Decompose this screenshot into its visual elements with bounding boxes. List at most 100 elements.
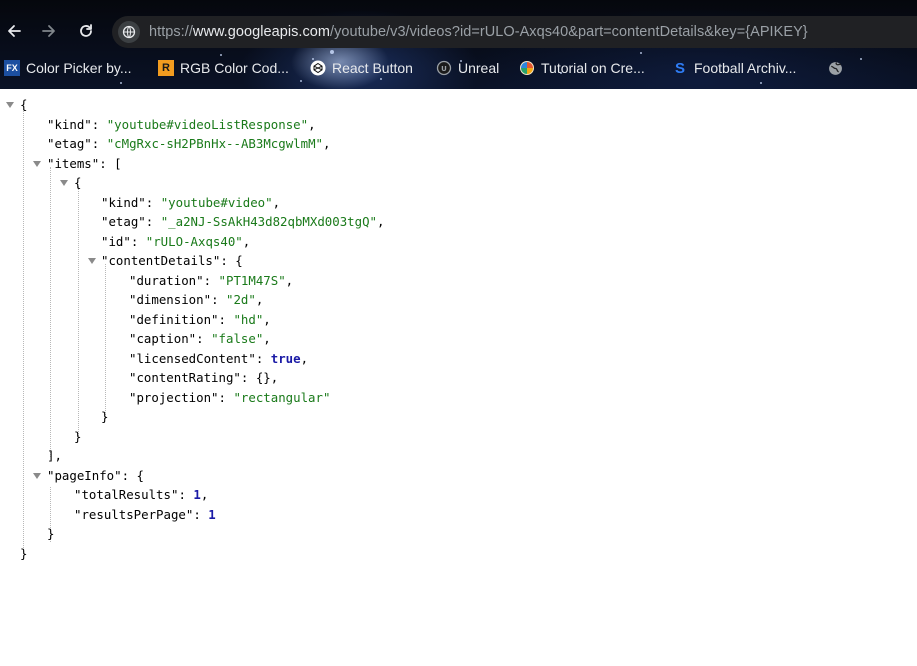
json-bracket: ], xyxy=(47,448,62,463)
collapse-toggle-content-details[interactable] xyxy=(88,258,96,264)
svg-text:U: U xyxy=(441,65,447,73)
json-viewer: { "kind": "youtube#videoListResponse", "… xyxy=(0,89,917,666)
json-number-value: 1 xyxy=(193,487,201,502)
json-key: "projection" xyxy=(129,390,219,405)
json-line: "kind": "youtube#videoListResponse", xyxy=(47,117,316,132)
json-string-value: "rULO-Axqs40" xyxy=(145,234,243,249)
collapse-toggle-item[interactable] xyxy=(60,180,68,186)
bookmarks-bar: FX Color Picker by... R RGB Color Cod...… xyxy=(0,56,917,80)
json-key: "contentDetails" xyxy=(101,253,221,268)
json-brace: { xyxy=(235,253,243,268)
bookmark-label: Football Archiv... xyxy=(694,60,797,76)
reload-button[interactable] xyxy=(75,20,97,42)
json-key: "pageInfo" xyxy=(47,468,122,483)
json-key: "licensedContent" xyxy=(129,351,256,366)
json-line: "contentRating": {}, xyxy=(129,370,279,385)
bookmark-football-archive[interactable]: S Football Archiv... xyxy=(672,56,796,80)
forward-button[interactable] xyxy=(38,20,60,42)
browser-chrome: https://www.googleapis.com/youtube/v3/vi… xyxy=(0,0,917,89)
url-path: /youtube/v3/videos?id=rULO-Axqs40&part=c… xyxy=(330,24,808,40)
json-number-value: 1 xyxy=(208,507,216,522)
url-host: www.googleapis.com xyxy=(192,24,331,40)
bookmark-label: Unreal xyxy=(458,60,500,76)
forward-arrow-icon xyxy=(42,25,55,37)
json-line: "etag": "_a2NJ-SsAkH43d82qbMXd003tgQ", xyxy=(101,214,385,229)
json-brace: } xyxy=(47,526,55,541)
json-brace: { xyxy=(20,97,28,112)
json-line: { xyxy=(74,173,81,192)
json-boolean-value: true xyxy=(270,351,301,366)
bookmark-color-picker[interactable]: FX Color Picker by... xyxy=(4,56,132,80)
json-bracket: [ xyxy=(114,156,122,171)
background-star xyxy=(120,82,122,84)
bookmark-globe[interactable] xyxy=(827,56,849,80)
background-star xyxy=(760,82,762,84)
json-object-value: {} xyxy=(255,370,271,385)
reload-icon xyxy=(80,24,92,37)
json-key: "definition" xyxy=(129,312,219,327)
url-scheme: https:// xyxy=(149,24,193,40)
bookmark-rgb-color-codes[interactable]: R RGB Color Cod... xyxy=(158,56,289,80)
json-key: "dimension" xyxy=(129,292,212,307)
indent-guide xyxy=(23,109,24,554)
json-line: "contentDetails": { xyxy=(101,253,243,268)
json-line: "kind": "youtube#video", xyxy=(101,195,281,210)
background-star xyxy=(330,50,334,54)
codepen-icon xyxy=(310,60,326,76)
json-brace: { xyxy=(136,468,144,483)
json-key: "etag" xyxy=(101,214,146,229)
json-string-value: "_a2NJ-SsAkH43d82qbMXd003tgQ" xyxy=(160,214,378,229)
json-brace: } xyxy=(74,429,82,444)
collapse-toggle-root[interactable] xyxy=(6,102,14,108)
json-line: ], xyxy=(47,446,62,465)
globe-icon xyxy=(122,25,136,39)
collapse-toggle-items[interactable] xyxy=(33,161,41,167)
json-string-value: "youtube#video" xyxy=(160,195,273,210)
back-button[interactable] xyxy=(3,20,25,42)
json-line: "totalResults": 1, xyxy=(74,487,209,502)
address-bar[interactable]: https://www.googleapis.com/youtube/v3/vi… xyxy=(112,16,917,48)
json-key: "etag" xyxy=(47,136,92,151)
json-brace: } xyxy=(20,546,28,561)
json-line: "resultsPerPage": 1 xyxy=(74,507,216,522)
indent-guide xyxy=(105,264,106,419)
json-key: "contentRating" xyxy=(129,370,241,385)
bookmark-label: Color Picker by... xyxy=(26,60,132,76)
json-line: } xyxy=(47,524,54,543)
background-star xyxy=(640,52,642,54)
json-line: "caption": "false", xyxy=(129,331,271,346)
globe-icon xyxy=(827,60,843,76)
json-key: "id" xyxy=(101,234,131,249)
fx-icon: FX xyxy=(4,60,20,76)
json-key: "kind" xyxy=(101,195,146,210)
indent-guide xyxy=(50,167,51,457)
json-string-value: "PT1M47S" xyxy=(218,273,286,288)
background-star xyxy=(300,80,302,82)
unreal-icon: U xyxy=(436,60,452,76)
json-key: "kind" xyxy=(47,117,92,132)
bookmark-label: RGB Color Cod... xyxy=(180,60,289,76)
bookmark-tutorial[interactable]: Tutorial on Cre... xyxy=(519,56,645,80)
json-string-value: "2d" xyxy=(225,292,256,307)
site-info-button[interactable] xyxy=(118,21,140,43)
bookmark-unreal[interactable]: U Unreal xyxy=(436,56,499,80)
json-key: "caption" xyxy=(129,331,197,346)
json-line: } xyxy=(74,427,81,446)
json-string-value: "youtube#videoListResponse" xyxy=(106,117,309,132)
json-key: "totalResults" xyxy=(74,487,179,502)
json-key: "items" xyxy=(47,156,100,171)
json-brace: } xyxy=(101,409,109,424)
json-line: "etag": "cMgRxc-sH2PBnHx--AB3McgwlmM", xyxy=(47,136,331,151)
json-brace: { xyxy=(74,175,82,190)
r-icon: R xyxy=(158,60,174,76)
json-line: "dimension": "2d", xyxy=(129,292,264,307)
bookmark-label: React Button xyxy=(332,60,413,76)
json-key: "resultsPerPage" xyxy=(74,507,194,522)
indent-guide xyxy=(78,186,79,438)
bookmark-label: Tutorial on Cre... xyxy=(541,60,645,76)
json-string-value: "cMgRxc-sH2PBnHx--AB3McgwlmM" xyxy=(106,136,324,151)
collapse-toggle-page-info[interactable] xyxy=(33,473,41,479)
bookmark-react-button[interactable]: React Button xyxy=(310,56,413,80)
json-line: "pageInfo": { xyxy=(47,468,144,483)
json-string-value: "rectangular" xyxy=(233,390,331,405)
